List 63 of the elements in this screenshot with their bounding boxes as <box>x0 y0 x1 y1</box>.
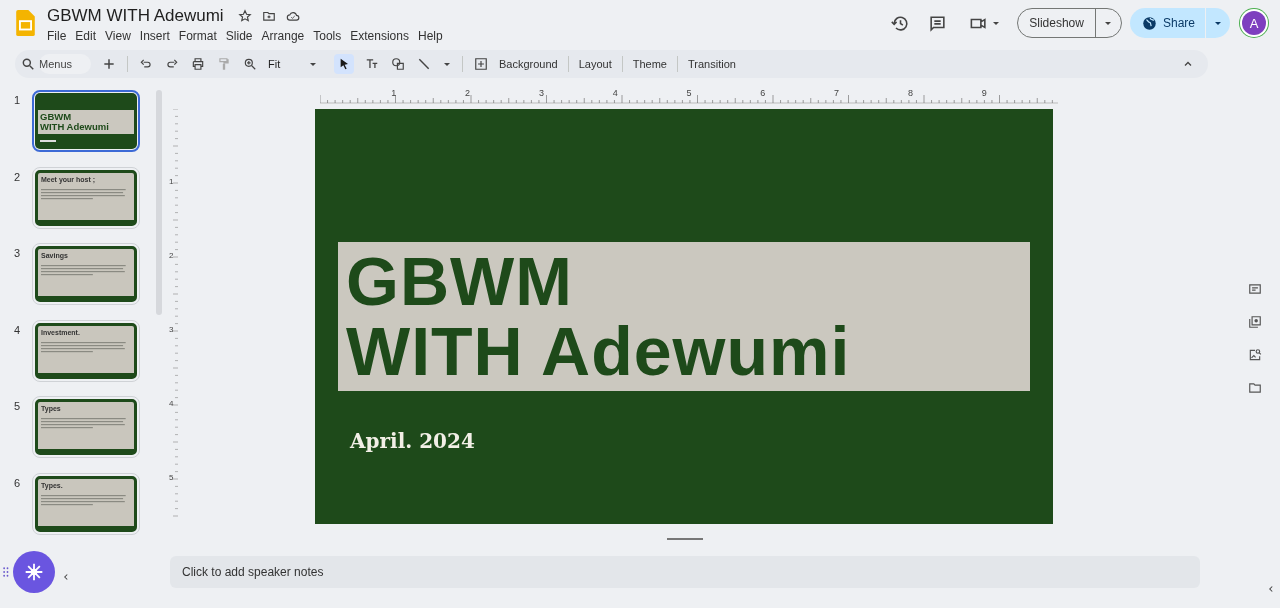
account-avatar[interactable]: A <box>1242 11 1266 35</box>
photos-icon[interactable] <box>1248 315 1262 329</box>
star-icon[interactable] <box>237 9 252 23</box>
select-cursor-icon[interactable] <box>334 54 354 74</box>
slide-canvas[interactable]: GBWM WITH Adewumi April. 2024 <box>315 109 1053 524</box>
toolbar-button[interactable]: Transition <box>688 58 736 70</box>
share-button[interactable]: Share <box>1129 8 1205 38</box>
menus-search-field[interactable]: Menus <box>39 54 91 74</box>
title-banner[interactable]: GBWM WITH Adewumi <box>338 242 1030 391</box>
slide-number: 6 <box>14 475 22 489</box>
search-icon[interactable] <box>21 57 35 71</box>
menu-item[interactable]: Help <box>417 27 449 45</box>
comment-icon[interactable] <box>928 13 948 33</box>
redo-icon[interactable] <box>165 57 179 71</box>
folder-icon[interactable] <box>261 9 276 23</box>
menu-item[interactable]: File <box>47 27 73 45</box>
new-slide-icon[interactable] <box>102 57 116 71</box>
horizontal-ruler: 1 2 3 4 5 6 7 8 9 <box>320 90 1058 104</box>
zoom-dropdown[interactable]: Fit <box>268 58 318 70</box>
zoom-icon[interactable] <box>243 57 257 71</box>
sparkle-icon <box>24 562 44 582</box>
slide-date: April. 2024 <box>350 429 475 453</box>
ruler-number: 5 <box>169 473 174 482</box>
slide-title: GBWM <box>346 246 574 316</box>
comment-add-icon[interactable] <box>474 57 488 71</box>
undo-icon[interactable] <box>139 57 153 71</box>
slide-number: 1 <box>14 93 22 106</box>
ruler-number: 4 <box>169 399 174 408</box>
shape-icon[interactable] <box>391 57 405 71</box>
ruler-number: 1 <box>169 177 174 186</box>
history-icon[interactable] <box>891 13 911 33</box>
slide-number: 4 <box>14 322 22 336</box>
menu-item[interactable]: View <box>105 27 137 45</box>
image-search-icon[interactable] <box>1248 348 1262 362</box>
ruler-number: 3 <box>169 325 174 334</box>
cloud-icon[interactable] <box>285 9 300 23</box>
menu-item[interactable]: Edit <box>75 27 103 45</box>
print-icon[interactable] <box>191 57 205 71</box>
menu-item[interactable]: Slide <box>225 27 259 45</box>
slide-thumbnail[interactable]: GBWM WITH Adewumi <box>32 90 140 152</box>
text-box-icon[interactable] <box>365 57 379 71</box>
thumbnail-title: WITH Adewumi <box>40 122 110 132</box>
document-title[interactable]: GBWM WITH Adewumi <box>47 6 224 26</box>
menu-item[interactable]: Extensions <box>350 27 415 45</box>
menu-item[interactable]: Insert <box>139 27 176 45</box>
line-icon[interactable] <box>417 57 431 71</box>
menu-item[interactable]: Tools <box>313 27 348 45</box>
ruler-number: 2 <box>169 251 174 260</box>
toolbar-button[interactable]: Theme <box>632 58 667 70</box>
menu-item[interactable]: Format <box>178 27 223 45</box>
toolbar-button[interactable]: Background <box>499 58 558 70</box>
slide-number: 2 <box>14 169 22 183</box>
menu-item[interactable]: Arrange <box>261 27 311 45</box>
speaker-notes-field[interactable]: Click to add speaker notes <box>170 556 1200 588</box>
slide-number: 3 <box>14 246 22 259</box>
globe-icon <box>1141 15 1157 31</box>
toolbar-button[interactable]: Layout <box>578 58 612 70</box>
slide-title: WITH Adewumi <box>346 316 852 386</box>
folder-icon[interactable] <box>1248 381 1262 395</box>
apps-grid-icon[interactable] <box>3 566 9 578</box>
assistant-button[interactable] <box>13 551 55 593</box>
slide-number: 5 <box>14 399 22 412</box>
thumbnail-title: GBWM <box>40 112 73 122</box>
